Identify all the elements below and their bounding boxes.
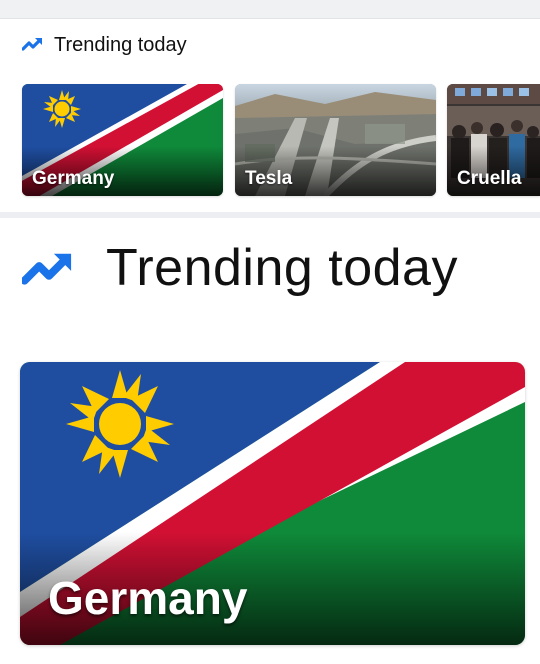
trending-header-zoomed: Trending today [20,238,458,298]
section-title-zoomed: Trending today [106,239,458,297]
trending-up-icon [20,246,76,291]
section-divider [0,212,540,218]
section-title: Trending today [54,34,187,56]
card-label: Tesla [245,168,293,189]
trending-header: Trending today [21,34,187,57]
trend-card-tesla[interactable]: Tesla [235,84,436,196]
card-label: Germany [32,168,115,189]
top-strip [0,0,540,19]
trend-card-germany-zoomed[interactable]: Germany [20,362,525,645]
card-label-zoomed: Germany [48,572,248,624]
card-label: Cruella [457,168,522,189]
trend-card-cruella[interactable]: Cruella [447,84,540,196]
trending-up-icon [21,35,44,56]
trend-card-germany[interactable]: Germany [22,84,223,196]
